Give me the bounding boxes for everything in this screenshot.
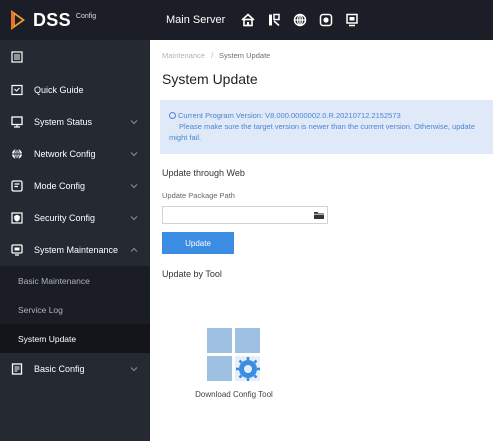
- maintenance-submenu: Basic Maintenance Service Log System Upd…: [0, 266, 150, 353]
- maintenance-icon: [11, 244, 23, 256]
- sidebar-item-label: Network Config: [34, 149, 96, 159]
- sidebar-item-label: Mode Config: [34, 181, 86, 191]
- sidebar-item-label: System Maintenance: [34, 245, 119, 255]
- breadcrumb-parent[interactable]: Maintenance: [162, 51, 205, 60]
- sidebar-item-security-config[interactable]: Security Config: [0, 202, 150, 234]
- sidebar-item-mode-config[interactable]: Mode Config: [0, 170, 150, 202]
- sidebar-item-label: System Status: [34, 117, 93, 127]
- update-warning-text: Please make sure the target version is n…: [169, 122, 475, 142]
- page-title: System Update: [162, 71, 258, 87]
- chevron-down-icon: [130, 214, 138, 222]
- brand-subtitle: Config: [75, 12, 97, 20]
- update-button[interactable]: Update: [162, 232, 234, 254]
- monitor-icon[interactable]: [341, 9, 363, 31]
- chevron-down-icon: [130, 150, 138, 158]
- breadcrumb-separator: /: [210, 51, 214, 60]
- config-tool-icon[interactable]: [204, 325, 266, 387]
- brand: DSS Config: [0, 0, 150, 40]
- package-path-label: Update Package Path: [162, 191, 235, 200]
- breadcrumb-current: System Update: [219, 51, 271, 60]
- chevron-down-icon: [130, 118, 138, 126]
- globe-icon: [11, 148, 23, 160]
- info-icon: [169, 112, 176, 119]
- dss-logo-icon: [8, 9, 28, 31]
- top-bar: DSS Config Main Server: [0, 0, 493, 40]
- sidebar-subitem-basic-maintenance[interactable]: Basic Maintenance: [0, 266, 150, 295]
- rack-icon[interactable]: [263, 9, 285, 31]
- folder-icon[interactable]: [313, 209, 325, 221]
- globe-icon[interactable]: [289, 9, 311, 31]
- package-path-input[interactable]: [162, 206, 328, 224]
- sidebar-item-quick-guide[interactable]: Quick Guide: [0, 74, 150, 106]
- chevron-up-icon: [130, 246, 138, 254]
- sidebar-item-label: Basic Config: [34, 364, 85, 374]
- record-icon[interactable]: [315, 9, 337, 31]
- sidebar-item-network-config[interactable]: Network Config: [0, 138, 150, 170]
- mode-icon: [11, 180, 23, 192]
- sidebar-subitem-system-update[interactable]: System Update: [0, 324, 150, 353]
- sidebar: Quick Guide System Status Network Config…: [0, 40, 150, 441]
- sidebar-item-basic-config[interactable]: Basic Config: [0, 353, 150, 385]
- sidebar-item-system-maintenance[interactable]: System Maintenance: [0, 234, 150, 266]
- tool-update-heading: Update by Tool: [162, 269, 222, 279]
- sidebar-subitem-service-log[interactable]: Service Log: [0, 295, 150, 324]
- main-content: Maintenance / System Update System Update …: [150, 40, 493, 441]
- collapse-menu-icon: [11, 51, 23, 63]
- version-notice: Current Program Version: V8.000.0000002.…: [160, 100, 493, 154]
- sidebar-item-label: Security Config: [34, 213, 96, 223]
- brand-name: DSS: [33, 9, 71, 30]
- document-icon: [11, 363, 23, 375]
- sidebar-collapse-button[interactable]: [0, 40, 150, 74]
- top-icon-bar: [237, 9, 367, 31]
- breadcrumb: Maintenance / System Update: [162, 51, 270, 60]
- sidebar-item-label: Quick Guide: [34, 85, 84, 95]
- home-icon[interactable]: [237, 9, 259, 31]
- server-label[interactable]: Main Server: [166, 14, 225, 26]
- download-config-tool-label[interactable]: Download Config Tool: [184, 390, 284, 399]
- current-version-text: Current Program Version: V8.000.0000002.…: [178, 111, 401, 120]
- quick-guide-icon: [11, 84, 23, 96]
- shield-icon: [11, 212, 23, 224]
- web-update-heading: Update through Web: [162, 168, 245, 178]
- chevron-down-icon: [130, 182, 138, 190]
- chevron-down-icon: [130, 365, 138, 373]
- sidebar-item-system-status[interactable]: System Status: [0, 106, 150, 138]
- monitor-icon: [11, 116, 23, 128]
